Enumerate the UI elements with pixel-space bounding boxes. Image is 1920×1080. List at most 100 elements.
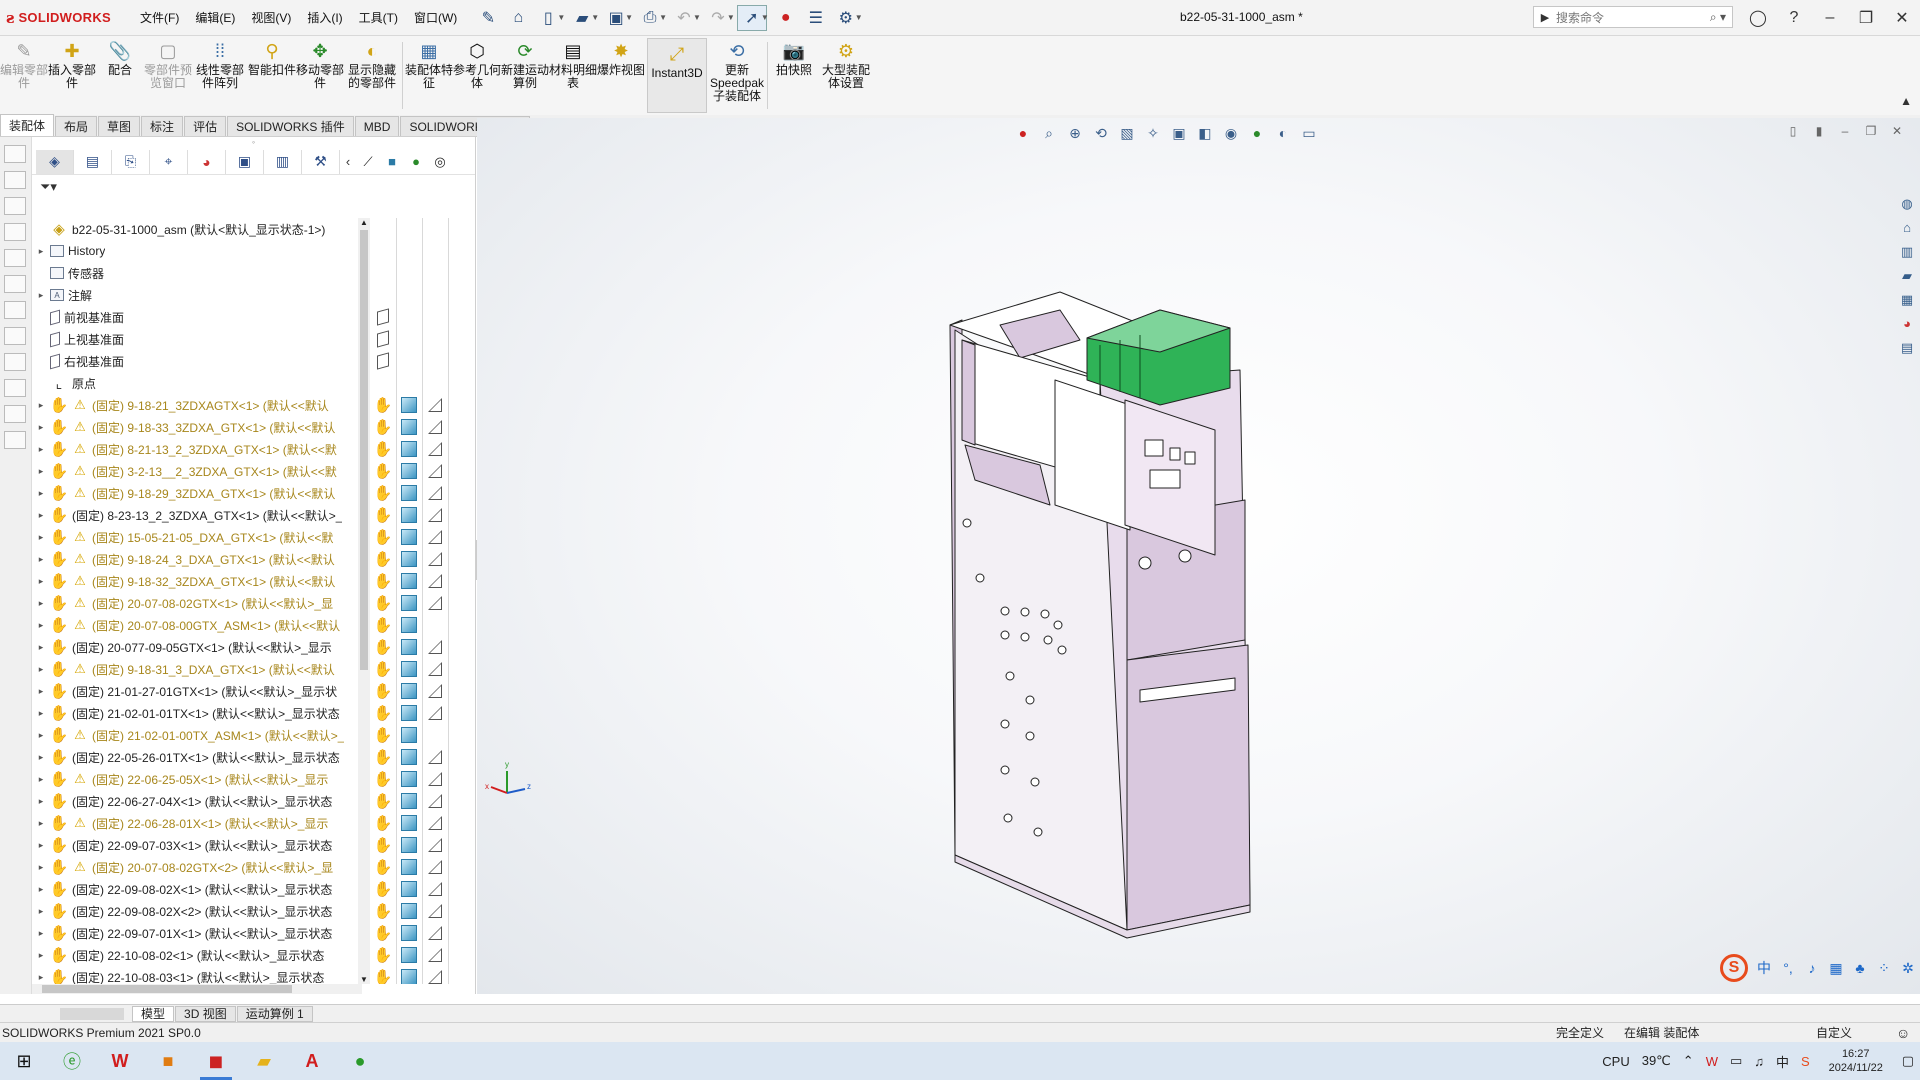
solidworks-taskbar-icon[interactable]: ◼ bbox=[192, 1042, 240, 1080]
tab-markup[interactable]: 标注 bbox=[141, 116, 184, 136]
punctuation-icon[interactable]: °, bbox=[1776, 960, 1800, 976]
tab-sketch[interactable]: 草图 bbox=[98, 116, 141, 136]
tab-mbd[interactable]: MBD bbox=[354, 116, 400, 136]
tree-item[interactable]: ▸ ✋ (固定) 22-10-08-02<1> (默认<<默认>_显示状态 bbox=[32, 944, 362, 966]
display-pane-cell[interactable] bbox=[422, 464, 448, 478]
tree-item[interactable]: ▸ History bbox=[32, 240, 362, 262]
smart-fasteners-button[interactable]: ⚲ 智能扣件 bbox=[248, 36, 296, 115]
home-icon[interactable]: ⌂ bbox=[503, 5, 533, 31]
viewport-close-button[interactable]: ✕ bbox=[1884, 124, 1910, 138]
display-pane-cell[interactable]: ✋ bbox=[370, 924, 396, 942]
rebuild-icon[interactable]: ● bbox=[771, 5, 801, 31]
scroll-up-arrow[interactable]: ▲ bbox=[358, 218, 370, 227]
chevron-down-icon[interactable]: ▼ bbox=[625, 13, 633, 22]
display-pane-cell[interactable] bbox=[396, 837, 422, 853]
display-pane-cell[interactable]: ✋ bbox=[370, 572, 396, 590]
tab-assembly[interactable]: 装配体 bbox=[0, 114, 55, 136]
display-pane-cell[interactable]: ✋ bbox=[370, 638, 396, 656]
exploded-view-button[interactable]: ✸ 爆炸视图 bbox=[597, 36, 645, 115]
display-style-icon[interactable]: ■ bbox=[380, 150, 404, 174]
chevron-down-icon[interactable]: ▼ bbox=[855, 13, 863, 22]
display-pane-cell[interactable] bbox=[396, 947, 422, 963]
display-pane-cell[interactable] bbox=[396, 661, 422, 677]
expand-toggle[interactable]: ▸ bbox=[32, 950, 50, 961]
chevron-down-icon[interactable]: ▼ bbox=[557, 13, 565, 22]
show-hidden-components-button[interactable]: ◐ 显示隐藏的零部件 bbox=[344, 36, 400, 115]
display-pane-cell[interactable] bbox=[422, 486, 448, 500]
browser-icon[interactable]: ⓔ bbox=[48, 1042, 96, 1080]
display-pane-cell[interactable] bbox=[422, 508, 448, 522]
display-pane-cell[interactable] bbox=[422, 816, 448, 830]
expand-toggle[interactable]: ▸ bbox=[32, 620, 50, 631]
strip-tool-icon[interactable] bbox=[4, 379, 26, 397]
display-pane-cell[interactable] bbox=[422, 398, 448, 412]
display-pane-cell[interactable]: ✋ bbox=[370, 506, 396, 524]
display-pane-cell[interactable] bbox=[396, 771, 422, 787]
display-pane-cell[interactable] bbox=[396, 903, 422, 919]
display-pane-cell[interactable] bbox=[396, 859, 422, 875]
display-pane-cell[interactable]: ✋ bbox=[370, 902, 396, 920]
display-pane-cell[interactable] bbox=[396, 463, 422, 479]
display-pane-cell[interactable] bbox=[396, 727, 422, 743]
assembly-features-button[interactable]: ▦ 装配体特征 bbox=[405, 36, 453, 115]
display-pane-cell[interactable]: ✋ bbox=[370, 528, 396, 546]
home-icon[interactable]: ⌂ bbox=[1896, 220, 1918, 240]
display-pane-cell[interactable] bbox=[422, 860, 448, 874]
tree-item[interactable]: ▸ ✋ (固定) 22-10-08-03<1> (默认<<默认>_显示状态 bbox=[32, 966, 362, 984]
tree-item[interactable]: ▸ ✋ ⚠ (固定) 9-18-29_3ZDXA_GTX<1> (默认<<默认 bbox=[32, 482, 362, 504]
keyboard-icon[interactable]: ▦ bbox=[1824, 960, 1848, 977]
expand-toggle[interactable]: ▸ bbox=[32, 598, 50, 609]
display-pane-cell[interactable] bbox=[396, 683, 422, 699]
toolbox-icon[interactable]: ⁘ bbox=[1872, 960, 1896, 977]
acrobat-icon[interactable]: A bbox=[288, 1042, 336, 1080]
display-pane-cell[interactable] bbox=[422, 640, 448, 654]
display-pane-cell[interactable] bbox=[422, 926, 448, 940]
strip-tool-icon[interactable] bbox=[4, 353, 26, 371]
expand-toggle[interactable]: ▸ bbox=[32, 246, 50, 257]
tree-item[interactable]: ▸ ✋ (固定) 8-23-13_2_3ZDXA_GTX<1> (默认<<默认>_ bbox=[32, 504, 362, 526]
tree-item[interactable]: ▸ ✋ (固定) 22-05-26-01TX<1> (默认<<默认>_显示状态 bbox=[32, 746, 362, 768]
expand-toggle[interactable]: ▸ bbox=[32, 906, 50, 917]
display-pane-cell[interactable]: ✋ bbox=[370, 484, 396, 502]
expand-toggle[interactable]: ▸ bbox=[32, 532, 50, 543]
ime-tray-icon[interactable]: 中 bbox=[1770, 1052, 1795, 1071]
rebuild-icon[interactable]: ● bbox=[1010, 125, 1036, 141]
help-icon[interactable]: ? bbox=[1776, 9, 1812, 27]
design-library-icon[interactable]: ▥ bbox=[1896, 244, 1918, 264]
search-mode-icon[interactable]: ▶ bbox=[1534, 11, 1556, 24]
display-pane-cell[interactable] bbox=[422, 420, 448, 434]
units-custom[interactable]: 自定义 bbox=[1816, 1024, 1852, 1041]
display-pane-cell[interactable] bbox=[422, 750, 448, 764]
sogou-tray-icon[interactable]: S bbox=[1795, 1054, 1816, 1069]
expand-toggle[interactable]: ▸ bbox=[32, 290, 50, 301]
expand-toggle[interactable]: ▸ bbox=[32, 928, 50, 939]
microphone-icon[interactable]: ♪ bbox=[1800, 960, 1824, 976]
strip-tool-icon[interactable] bbox=[4, 327, 26, 345]
display-pane-cell[interactable] bbox=[396, 551, 422, 567]
solidworks-logo[interactable]: ƨ SOLIDWORKS bbox=[0, 9, 132, 27]
appearances-icon[interactable]: ◕ bbox=[1896, 316, 1918, 336]
display-pane-cell[interactable] bbox=[422, 794, 448, 808]
display-pane-cell[interactable] bbox=[422, 882, 448, 896]
display-pane-cell[interactable] bbox=[422, 552, 448, 566]
tab-addins[interactable]: SOLIDWORKS 插件 bbox=[227, 116, 354, 136]
display-pane-cell[interactable] bbox=[396, 485, 422, 501]
tree-item[interactable]: 前视基准面 bbox=[32, 306, 362, 328]
display-pane-cell[interactable] bbox=[396, 705, 422, 721]
display-pane-cell[interactable] bbox=[396, 507, 422, 523]
chevron-down-icon[interactable]: ▼ bbox=[727, 13, 735, 22]
tree-item[interactable]: ▸ ✋ ⚠ (固定) 20-07-08-02GTX<1> (默认<<默认>_显 bbox=[32, 592, 362, 614]
tree-item[interactable]: ▸ ✋ ⚠ (固定) 9-18-24_3_DXA_GTX<1> (默认<<默认 bbox=[32, 548, 362, 570]
display-pane-cell[interactable]: ✋ bbox=[370, 418, 396, 436]
notification-icon[interactable]: ▢ bbox=[1896, 1053, 1920, 1069]
strip-tool-icon[interactable] bbox=[4, 145, 26, 163]
take-snapshot-button[interactable]: 📷 拍快照 bbox=[770, 36, 818, 115]
menu-tools[interactable]: 工具(T) bbox=[351, 9, 406, 26]
display-pane-cell[interactable] bbox=[422, 530, 448, 544]
display-pane-cell[interactable]: ✋ bbox=[370, 792, 396, 810]
viewport-split-icon[interactable]: ▮ bbox=[1806, 124, 1832, 138]
tab-motion-study[interactable]: 运动算例 1 bbox=[236, 1005, 313, 1022]
expand-toggle[interactable]: ▸ bbox=[32, 730, 50, 741]
tree-item[interactable]: ▸ ✋ ⚠ (固定) 22-06-28-01X<1> (默认<<默认>_显示 bbox=[32, 812, 362, 834]
edit-component-button[interactable]: ✎ 编辑零部件 bbox=[0, 36, 48, 115]
